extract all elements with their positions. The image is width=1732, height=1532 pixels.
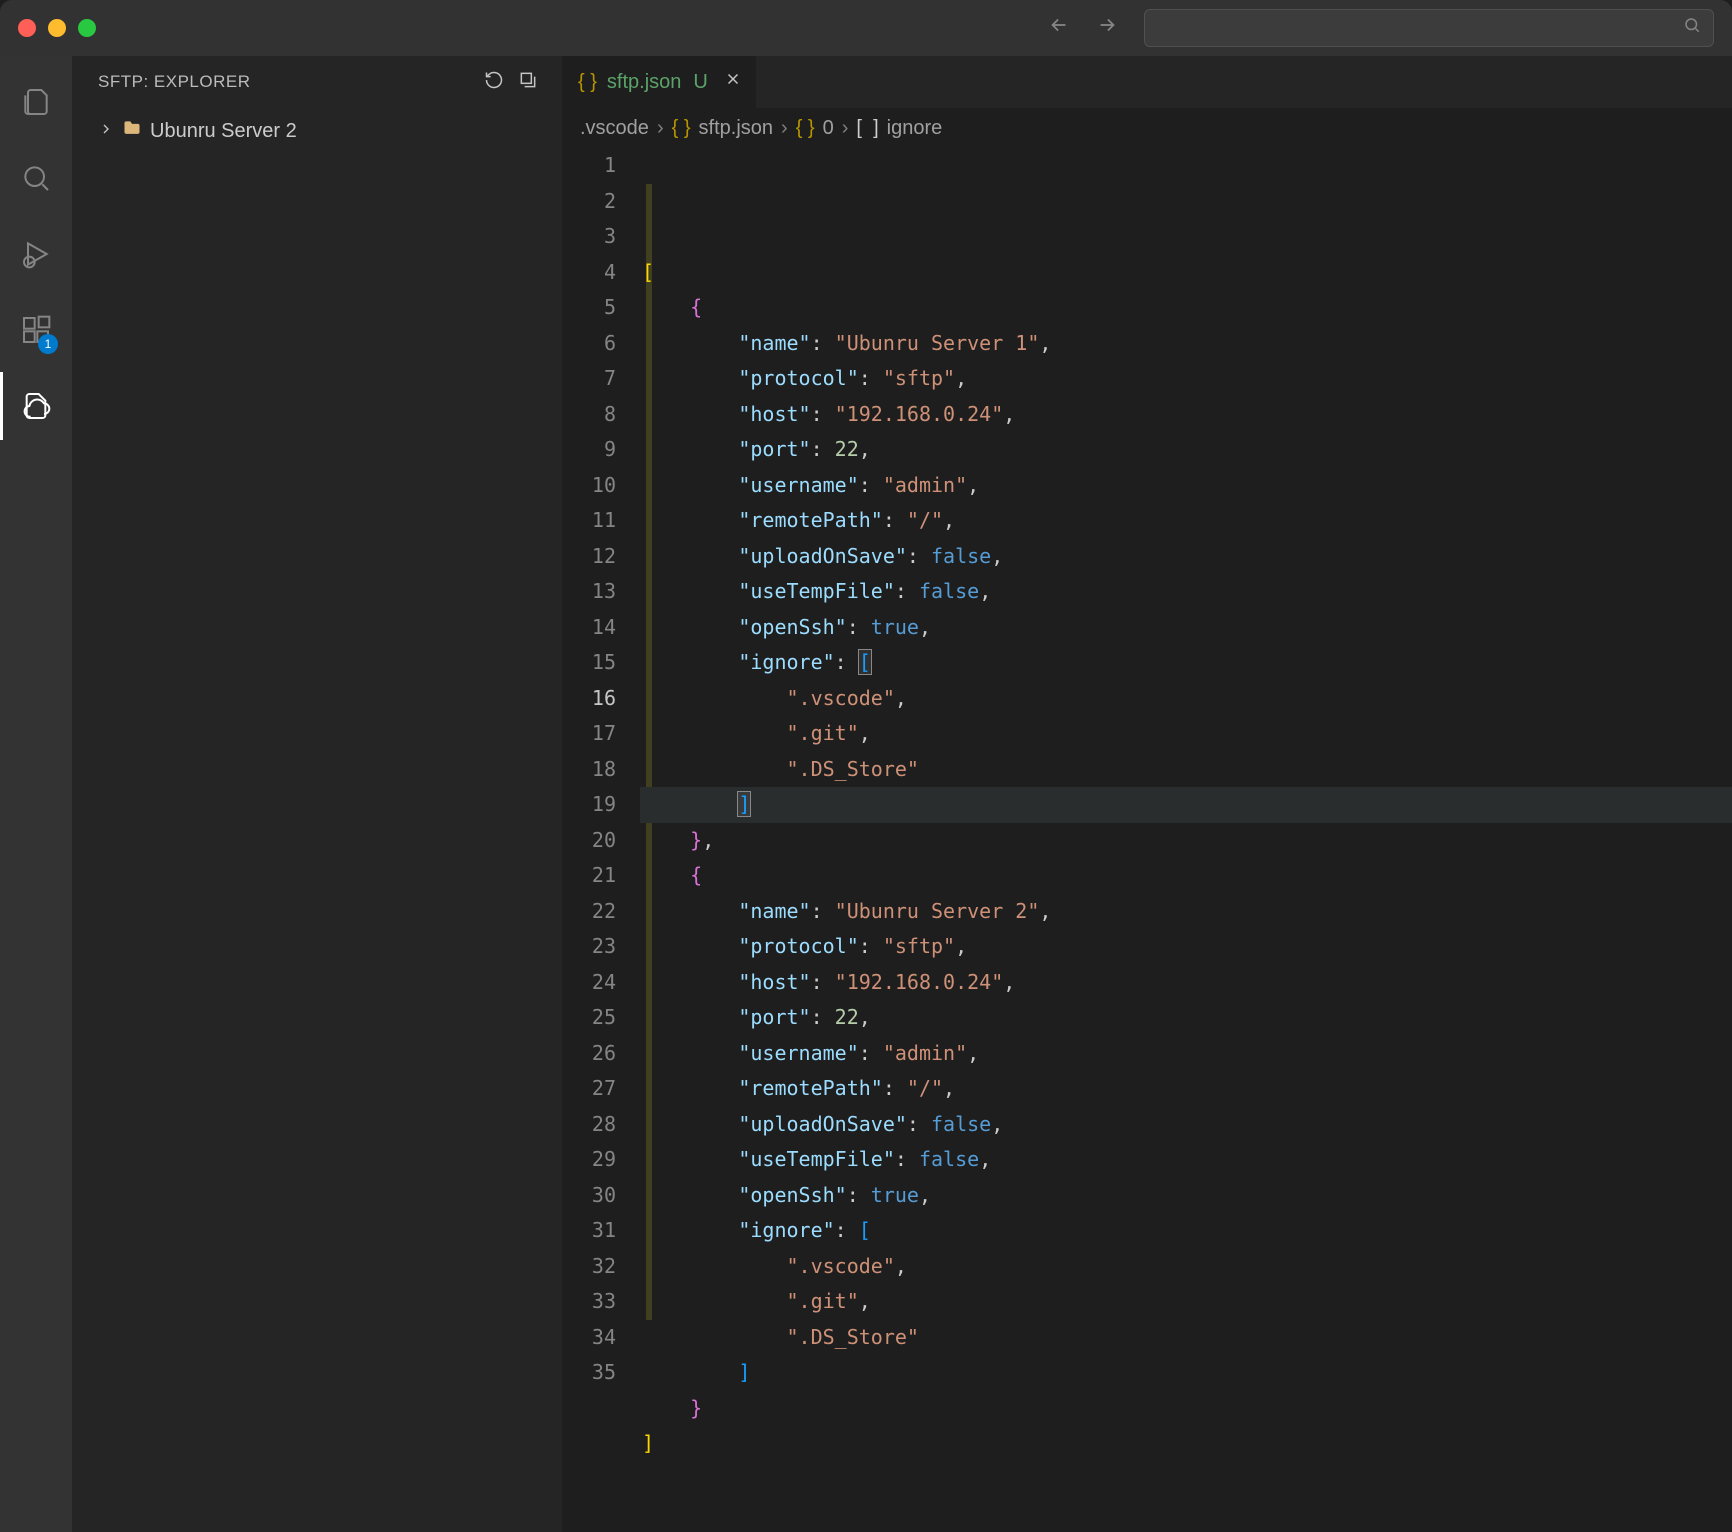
code-line[interactable]: "ignore": [ <box>640 1213 1732 1249</box>
sidebar: SFTP: EXPLORER Ubunru Server 2 <box>72 56 562 1532</box>
nav-back-button[interactable] <box>1040 10 1078 46</box>
search-icon <box>1683 16 1701 40</box>
tab-modified-mark: U <box>693 71 707 94</box>
sidebar-header: SFTP: EXPLORER <box>72 56 562 108</box>
code-line[interactable]: "openSsh": true, <box>640 610 1732 646</box>
code-line[interactable]: "host": "192.168.0.24", <box>640 965 1732 1001</box>
breadcrumbs[interactable]: .vscode › { } sftp.json › { } 0 › [ ] ig… <box>562 108 1732 148</box>
code-line[interactable]: ] <box>640 787 1732 823</box>
code-line[interactable]: } <box>640 1391 1732 1427</box>
folder-icon <box>122 118 142 144</box>
editor-body[interactable]: 1234567891011121314151617181920212223242… <box>562 148 1732 1532</box>
sidebar-title: SFTP: EXPLORER <box>98 72 484 92</box>
breadcrumb-item[interactable]: .vscode <box>580 117 649 140</box>
activity-search[interactable] <box>0 144 72 212</box>
activity-extensions[interactable]: 1 <box>0 296 72 364</box>
code-line[interactable]: "port": 22, <box>640 1000 1732 1036</box>
window-minimize-button[interactable] <box>48 19 66 37</box>
tab-close-button[interactable] <box>724 70 742 94</box>
code-line[interactable]: "useTempFile": false, <box>640 574 1732 610</box>
tree-item-server[interactable]: Ubunru Server 2 <box>72 112 562 150</box>
code-content[interactable]: [ { "name": "Ubunru Server 1", "protocol… <box>640 148 1732 1532</box>
code-line[interactable]: ".DS_Store" <box>640 1320 1732 1356</box>
command-center-search[interactable] <box>1144 9 1714 47</box>
code-line[interactable]: "remotePath": "/", <box>640 1071 1732 1107</box>
activity-debug[interactable] <box>0 220 72 288</box>
code-line[interactable]: ".git", <box>640 1284 1732 1320</box>
traffic-lights <box>18 19 96 37</box>
code-line[interactable]: "protocol": "sftp", <box>640 361 1732 397</box>
title-nav <box>1040 9 1714 47</box>
code-line[interactable]: "port": 22, <box>640 432 1732 468</box>
code-line[interactable] <box>640 1462 1732 1498</box>
code-line[interactable]: ".DS_Store" <box>640 752 1732 788</box>
chevron-right-icon: › <box>842 117 849 140</box>
nav-forward-button[interactable] <box>1088 10 1126 46</box>
code-line[interactable]: "ignore": [ <box>640 645 1732 681</box>
code-line[interactable]: "name": "Ubunru Server 1", <box>640 326 1732 362</box>
refresh-button[interactable] <box>484 70 504 95</box>
code-line[interactable]: { <box>640 858 1732 894</box>
breadcrumb-item[interactable]: ignore <box>887 117 943 140</box>
code-line[interactable]: ".vscode", <box>640 1249 1732 1285</box>
title-bar <box>0 0 1732 56</box>
json-file-icon: { } <box>672 117 691 140</box>
code-line[interactable]: { <box>640 290 1732 326</box>
code-line[interactable]: [ <box>640 255 1732 291</box>
window-zoom-button[interactable] <box>78 19 96 37</box>
array-icon: [ ] <box>856 117 878 140</box>
tab-row: { } sftp.json U <box>562 56 1732 108</box>
line-number-gutter: 1234567891011121314151617181920212223242… <box>562 148 640 1532</box>
code-line[interactable]: "name": "Ubunru Server 2", <box>640 894 1732 930</box>
code-line[interactable]: ] <box>640 1355 1732 1391</box>
tab-filename: sftp.json <box>607 71 681 94</box>
code-line[interactable]: ".git", <box>640 716 1732 752</box>
code-line[interactable]: "useTempFile": false, <box>640 1142 1732 1178</box>
sidebar-tree: Ubunru Server 2 <box>72 108 562 154</box>
code-line[interactable]: ] <box>640 1426 1732 1462</box>
window-close-button[interactable] <box>18 19 36 37</box>
code-line[interactable]: "username": "admin", <box>640 468 1732 504</box>
code-line[interactable]: "uploadOnSave": false, <box>640 539 1732 575</box>
json-file-icon: { } <box>578 71 597 94</box>
chevron-right-icon: › <box>781 117 788 140</box>
code-line[interactable]: ".vscode", <box>640 681 1732 717</box>
code-line[interactable]: "uploadOnSave": false, <box>640 1107 1732 1143</box>
activity-explorer[interactable] <box>0 68 72 136</box>
code-line[interactable]: "host": "192.168.0.24", <box>640 397 1732 433</box>
code-line[interactable]: "protocol": "sftp", <box>640 929 1732 965</box>
breadcrumb-item[interactable]: sftp.json <box>699 117 773 140</box>
tree-item-label: Ubunru Server 2 <box>150 120 297 143</box>
activity-sftp[interactable] <box>0 372 72 440</box>
object-icon: { } <box>796 117 815 140</box>
extensions-badge: 1 <box>38 334 58 354</box>
breadcrumb-item[interactable]: 0 <box>823 117 834 140</box>
chevron-right-icon: › <box>657 117 664 140</box>
collapse-all-button[interactable] <box>518 70 538 95</box>
code-line[interactable]: "remotePath": "/", <box>640 503 1732 539</box>
code-line[interactable]: }, <box>640 823 1732 859</box>
activity-bar: 1 <box>0 56 72 1532</box>
tab-sftp-json[interactable]: { } sftp.json U <box>562 56 757 108</box>
chevron-right-icon <box>98 121 114 142</box>
editor-area: { } sftp.json U .vscode › { } sftp.json … <box>562 56 1732 1532</box>
code-line[interactable]: "openSsh": true, <box>640 1178 1732 1214</box>
code-line[interactable]: "username": "admin", <box>640 1036 1732 1072</box>
